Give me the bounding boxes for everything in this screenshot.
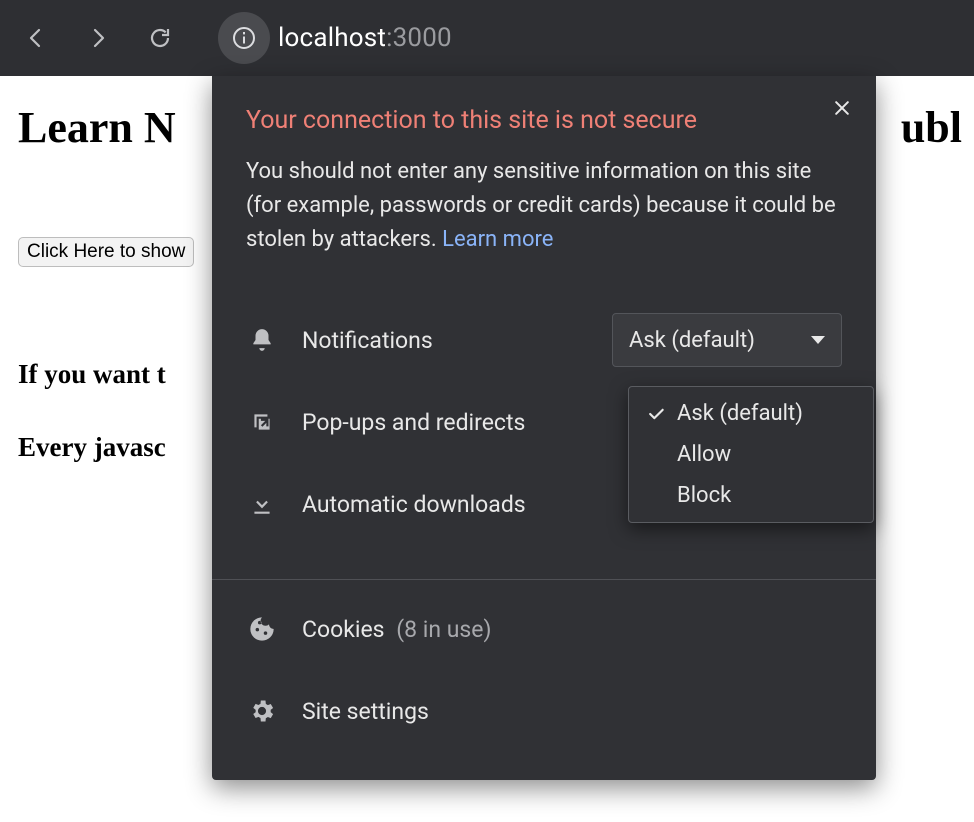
dropdown-option-block[interactable]: Block	[629, 475, 873, 516]
popup-icon	[246, 409, 278, 435]
gear-icon	[246, 697, 278, 725]
dropdown-option-label: Block	[677, 483, 731, 508]
site-settings-label: Site settings	[302, 698, 429, 725]
url-host: localhost	[278, 23, 386, 53]
notifications-select[interactable]: Ask (default)	[612, 313, 842, 367]
page-show-button[interactable]: Click Here to show	[18, 237, 194, 267]
notifications-dropdown-menu: Ask (default) Allow Block	[628, 386, 874, 523]
dropdown-option-label: Ask (default)	[677, 401, 803, 426]
back-button[interactable]	[14, 16, 58, 60]
dropdown-option-ask[interactable]: Ask (default)	[629, 393, 873, 434]
cookies-count: (8 in use)	[396, 616, 491, 643]
permission-row-notifications: Notifications Ask (default)	[246, 299, 842, 381]
url-text: localhost:3000	[278, 23, 452, 53]
dropdown-option-allow[interactable]: Allow	[629, 434, 873, 475]
browser-toolbar: localhost:3000	[0, 0, 974, 76]
cookies-text: Cookies	[302, 616, 385, 643]
learn-more-link[interactable]: Learn more	[442, 227, 553, 252]
security-warning-description: You should not enter any sensitive infor…	[246, 155, 842, 257]
forward-button[interactable]	[76, 16, 120, 60]
url-port: :3000	[386, 23, 452, 53]
download-icon	[246, 491, 278, 517]
permission-label: Pop-ups and redirects	[302, 409, 588, 436]
select-value: Ask (default)	[629, 328, 755, 353]
chevron-down-icon	[811, 336, 825, 344]
cookie-icon	[246, 615, 278, 643]
site-info-icon[interactable]	[218, 12, 270, 64]
close-icon[interactable]	[828, 94, 856, 122]
site-settings-row[interactable]: Site settings	[246, 670, 842, 752]
bell-icon	[246, 327, 278, 353]
reload-button[interactable]	[138, 16, 182, 60]
dropdown-option-label: Allow	[677, 442, 731, 467]
page-heading-right: ubl	[901, 102, 962, 153]
settings-list: Cookies (8 in use) Site settings	[212, 580, 876, 780]
permission-label: Notifications	[302, 327, 588, 354]
cookies-label: Cookies (8 in use)	[302, 616, 492, 643]
permission-label: Automatic downloads	[302, 491, 588, 518]
check-icon	[645, 404, 667, 424]
page-heading-left: Learn N	[18, 102, 176, 153]
cookies-row[interactable]: Cookies (8 in use)	[246, 588, 842, 670]
address-bar[interactable]: localhost:3000	[218, 12, 452, 64]
security-warning-title: Your connection to this site is not secu…	[246, 106, 842, 135]
